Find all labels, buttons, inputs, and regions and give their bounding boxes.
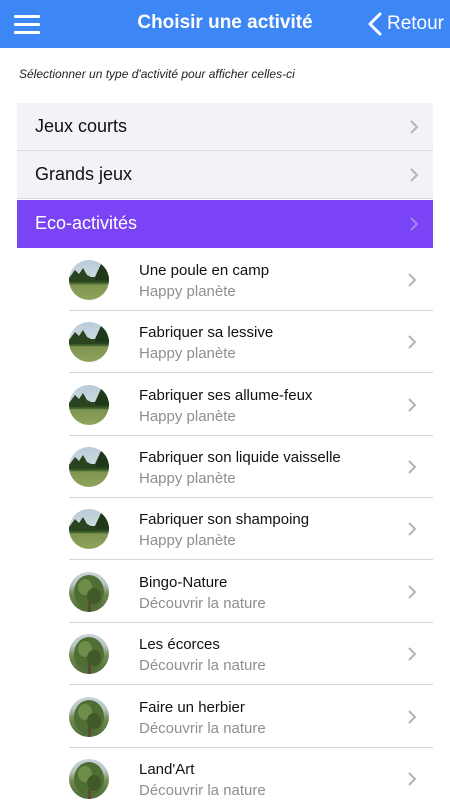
meadow-image <box>69 385 109 425</box>
meadow-image <box>69 447 109 487</box>
chevron-right-icon <box>408 335 417 349</box>
chevron-right-icon <box>408 522 417 536</box>
chevron-right-icon <box>410 217 419 231</box>
list-item-activity[interactable]: Bingo-Nature Découvrir la nature <box>69 561 433 623</box>
list-item-activity[interactable]: Faire un herbier Découvrir la nature <box>69 686 433 748</box>
activity-title: Les écorces <box>139 636 220 653</box>
meadow-image <box>69 509 109 549</box>
chevron-left-icon <box>368 12 382 36</box>
hamburger-menu-icon[interactable] <box>14 14 40 34</box>
activity-subtitle: Découvrir la nature <box>139 595 266 612</box>
activity-subtitle: Découvrir la nature <box>139 782 266 799</box>
tree-image <box>69 572 109 612</box>
list-item-activity[interactable]: Fabriquer ses allume-feux Happy planète <box>69 374 433 436</box>
activity-title: Bingo-Nature <box>139 574 228 591</box>
activity-title: Fabriquer sa lessive <box>139 324 274 341</box>
top-app-bar: Choisir une activité Retour <box>0 0 450 48</box>
activity-subtitle: Happy planète <box>139 283 236 300</box>
activity-subtitle: Happy planète <box>139 470 236 487</box>
activity-subtitle: Découvrir la nature <box>139 720 266 737</box>
chevron-right-icon <box>410 168 419 182</box>
category-grands-jeux[interactable]: Grands jeux <box>17 151 433 199</box>
activity-subtitle: Happy planète <box>139 532 236 549</box>
list-item-activity[interactable]: Fabriquer son liquide vaisselle Happy pl… <box>69 436 433 498</box>
chevron-right-icon <box>408 273 417 287</box>
back-button[interactable]: Retour <box>368 0 444 48</box>
activity-title: Fabriquer son liquide vaisselle <box>139 449 341 466</box>
list-item-activity[interactable]: Fabriquer son shampoing Happy planète <box>69 498 433 560</box>
category-label: Jeux courts <box>35 116 128 136</box>
chevron-right-icon <box>408 647 417 661</box>
activity-subtitle: Découvrir la nature <box>139 657 266 674</box>
category-label: Eco-activités <box>35 213 138 233</box>
meadow-image <box>69 260 109 300</box>
activity-title: Une poule en camp <box>139 262 270 279</box>
category-jeux-courts[interactable]: Jeux courts <box>17 103 433 151</box>
chevron-right-icon <box>408 398 417 412</box>
activity-title: Fabriquer ses allume-feux <box>139 387 313 404</box>
list-item-activity[interactable]: Une poule en camp Happy planète <box>69 249 433 311</box>
chevron-right-icon <box>408 460 417 474</box>
instruction-text: Sélectionner un type d'activité pour aff… <box>19 67 295 81</box>
chevron-right-icon <box>408 585 417 599</box>
chevron-right-icon <box>410 120 419 134</box>
chevron-right-icon <box>408 772 417 786</box>
tree-image <box>69 759 109 799</box>
activity-subtitle: Happy planète <box>139 408 236 425</box>
list-item-activity[interactable]: Fabriquer sa lessive Happy planète <box>69 311 433 373</box>
chevron-right-icon <box>408 710 417 724</box>
category-label: Grands jeux <box>35 164 133 184</box>
list-item-activity[interactable]: Land'Art Découvrir la nature <box>69 748 433 800</box>
list-item-activity[interactable]: Les écorces Découvrir la nature <box>69 623 433 685</box>
activity-title: Land'Art <box>139 761 195 778</box>
back-button-label: Retour <box>386 13 444 34</box>
category-eco-activites[interactable]: Eco-activités <box>17 200 433 248</box>
activity-title: Faire un herbier <box>139 699 245 716</box>
meadow-image <box>69 322 109 362</box>
activity-subtitle: Happy planète <box>139 345 236 362</box>
tree-image <box>69 697 109 737</box>
tree-image <box>69 634 109 674</box>
activity-title: Fabriquer son shampoing <box>139 511 310 528</box>
